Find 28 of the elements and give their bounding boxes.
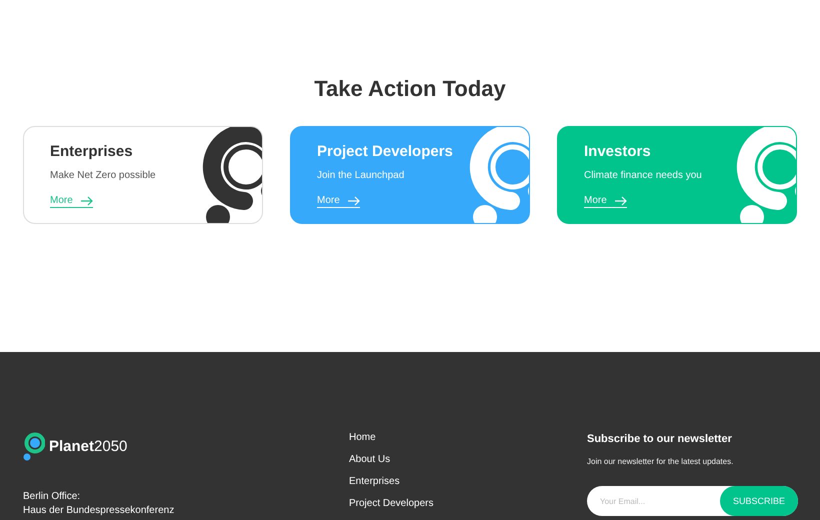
logo-icon — [23, 432, 45, 461]
action-card[interactable]: Enterprises Make Net Zero possible More — [23, 126, 263, 224]
email-field[interactable]: Your Email... SUBSCRIBE — [587, 486, 798, 516]
more-link[interactable]: More — [317, 195, 360, 208]
newsletter-text: Join our newsletter for the latest updates. — [587, 457, 734, 466]
footer-nav-link[interactable]: Project Developers — [349, 498, 434, 520]
footer-nav-link[interactable]: About Us — [349, 454, 390, 476]
newsletter-title: Subscribe to our newsletter — [587, 433, 733, 445]
card-title: Investors — [584, 143, 652, 160]
section-title: Take Action Today — [314, 76, 506, 102]
card-subtitle: Climate finance needs you — [584, 170, 703, 181]
card-subtitle: Make Net Zero possible — [50, 170, 157, 181]
arrow-right-icon — [614, 196, 627, 206]
more-link[interactable]: More — [584, 195, 627, 208]
footer-nav-link[interactable]: Enterprises — [349, 476, 400, 498]
action-card[interactable]: Project Developers Join the Launchpad More — [290, 126, 530, 224]
arrow-right-icon — [348, 196, 360, 206]
logo-text: Planet2050 — [49, 438, 128, 455]
card-subtitle: Join the Launchpad — [317, 170, 406, 181]
card-title: Project Developers — [317, 143, 454, 160]
address-line: Haus der Bundespressekonferenz — [23, 504, 176, 518]
action-card[interactable]: Investors Climate finance needs you More — [557, 126, 797, 224]
arrow-right-icon — [80, 196, 93, 206]
card-title: Enterprises — [50, 143, 134, 160]
address-line: Berlin Office: — [23, 490, 82, 504]
footer-nav-link[interactable]: Home — [349, 432, 376, 454]
more-link[interactable]: More — [50, 195, 93, 208]
subscribe-button[interactable]: SUBSCRIBE — [720, 486, 798, 516]
